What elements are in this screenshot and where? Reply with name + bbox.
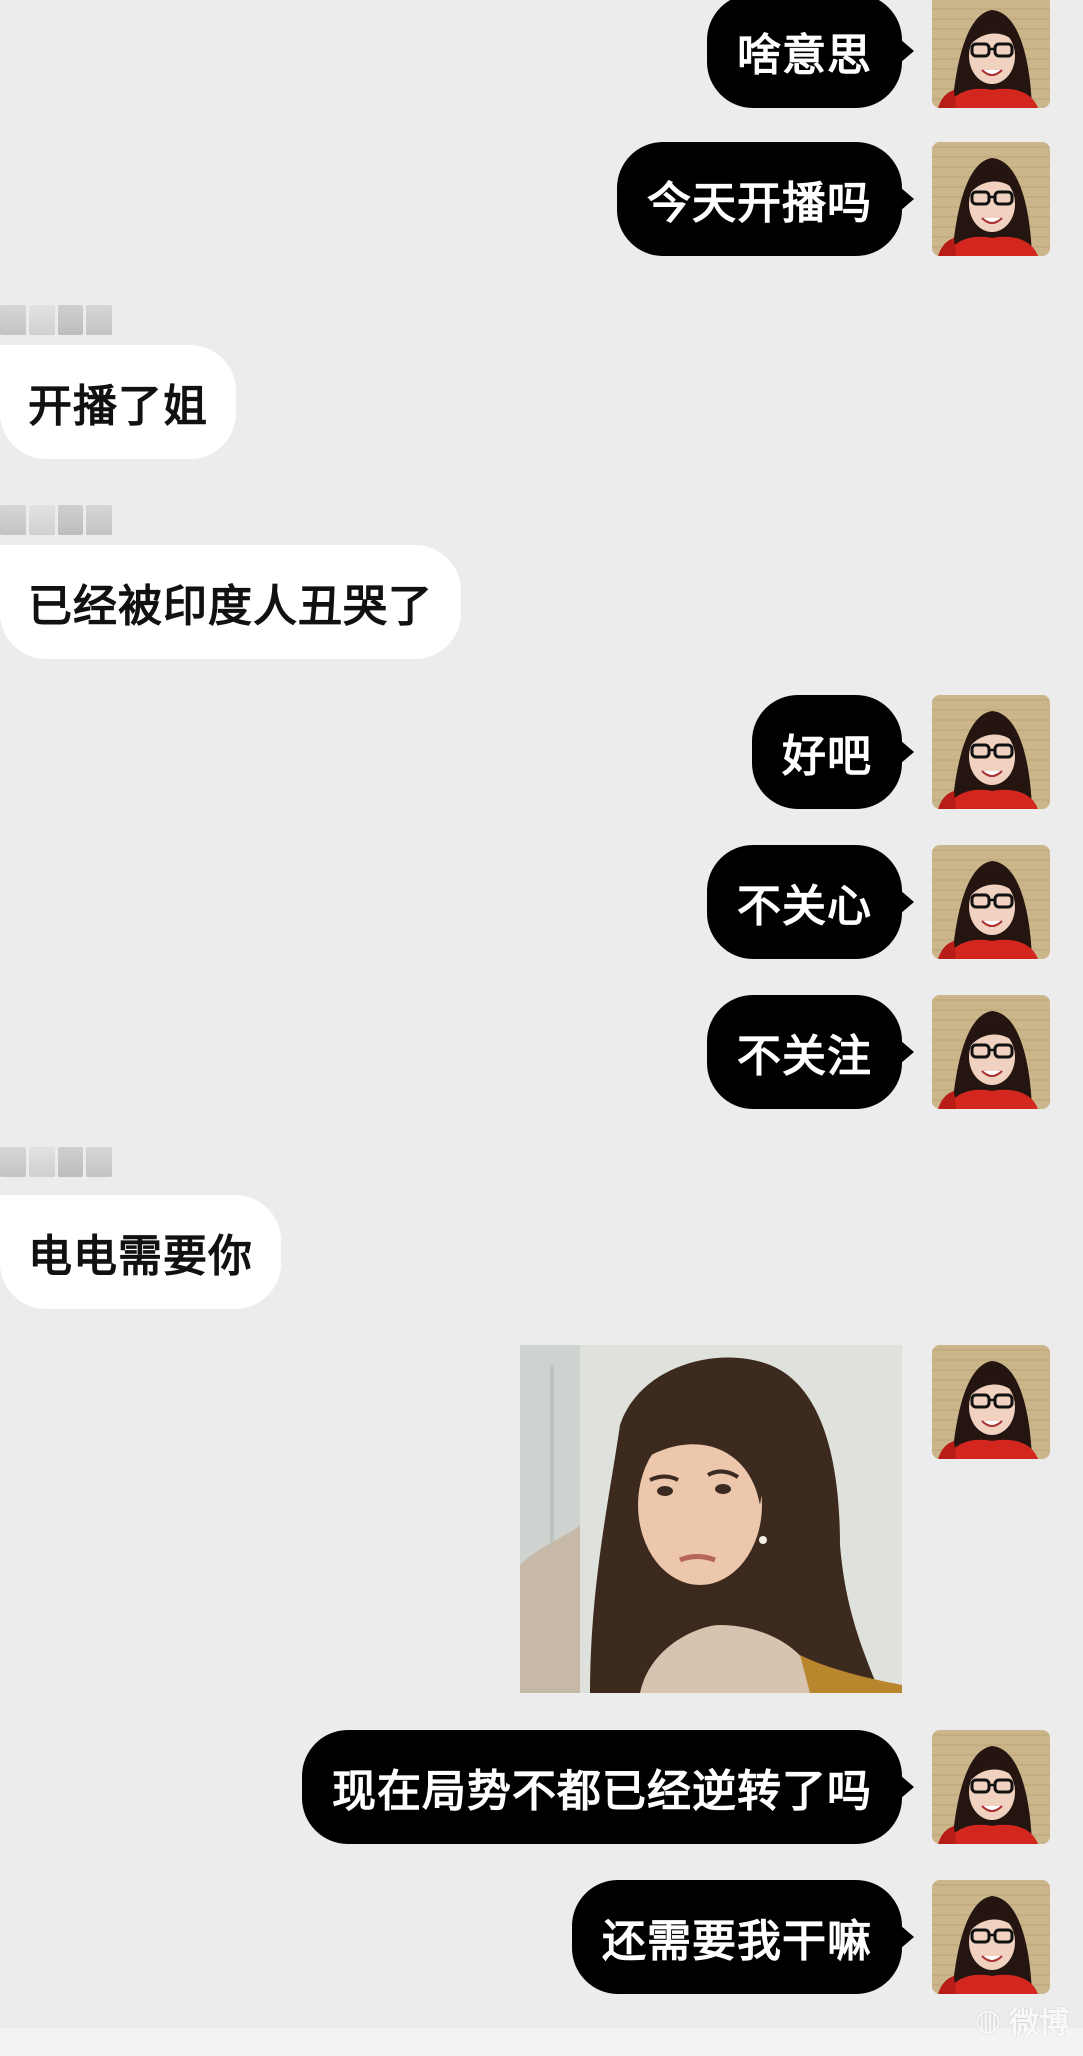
message-row-out: 不关心 — [0, 845, 1083, 959]
chat-bubble-out[interactable]: 还需要我干嘛 — [572, 1880, 914, 1994]
message-text: 不关注 — [737, 1031, 872, 1082]
avatar-icon[interactable] — [932, 695, 1050, 809]
avatar-icon[interactable] — [932, 845, 1050, 959]
message-row-out: 啥意思 — [0, 0, 1083, 114]
chat-bubble-out[interactable]: 好吧 — [752, 695, 914, 809]
message-text: 还需要我干嘛 — [602, 1916, 872, 1967]
message-row-out: 还需要我干嘛 — [0, 1880, 1083, 1994]
avatar-icon[interactable] — [932, 1880, 1050, 1994]
message-text: 已经被印度人丑哭了 — [28, 581, 433, 632]
weibo-watermark: ◍ 微博 — [975, 1998, 1069, 2042]
sticker-image[interactable] — [520, 1345, 902, 1693]
chat-bubble-in[interactable]: 开播了姐 — [0, 345, 236, 459]
message-text: 现在局势不都已经逆转了吗 — [332, 1766, 872, 1817]
chat-bubble-out[interactable]: 啥意思 — [707, 0, 914, 108]
chat-bubble-out[interactable]: 现在局势不都已经逆转了吗 — [302, 1730, 914, 1844]
message-row-out: 不关注 — [0, 995, 1083, 1109]
chat-bubble-in[interactable]: 电电需要你 — [0, 1195, 281, 1309]
message-row-out: 好吧 — [0, 695, 1083, 809]
watermark-text: 微博 — [1009, 2006, 1069, 2041]
avatar-icon[interactable] — [932, 0, 1050, 108]
message-row-out: 今天开播吗 — [0, 142, 1083, 256]
bottom-edge — [0, 2028, 1083, 2056]
message-row-out: 现在局势不都已经逆转了吗 — [0, 1730, 1083, 1844]
sender-name-blurred — [0, 1142, 112, 1182]
chat-thread: 啥意思 今天开播吗 开播了姐 已经被印度人丑哭了 好吧 不关心 不关注 电电需要… — [0, 0, 1083, 2056]
message-text: 啥意思 — [737, 30, 872, 81]
chat-bubble-out[interactable]: 今天开播吗 — [617, 142, 914, 256]
chat-bubble-in[interactable]: 已经被印度人丑哭了 — [0, 545, 461, 659]
message-text: 开播了姐 — [28, 381, 208, 432]
avatar-icon[interactable] — [932, 995, 1050, 1109]
message-text: 不关心 — [737, 881, 872, 932]
avatar-icon[interactable] — [932, 142, 1050, 256]
sender-name-blurred — [0, 500, 112, 540]
message-text: 电电需要你 — [28, 1231, 253, 1282]
chat-bubble-out[interactable]: 不关心 — [707, 845, 914, 959]
message-text: 今天开播吗 — [647, 178, 872, 229]
message-text: 好吧 — [782, 731, 872, 782]
weibo-logo-icon: ◍ — [974, 2002, 1001, 2038]
avatar-icon[interactable] — [932, 1345, 1050, 1459]
avatar-icon[interactable] — [932, 1730, 1050, 1844]
message-row-out-image — [0, 1345, 1083, 1693]
chat-bubble-out[interactable]: 不关注 — [707, 995, 914, 1109]
sender-name-blurred — [0, 300, 112, 340]
